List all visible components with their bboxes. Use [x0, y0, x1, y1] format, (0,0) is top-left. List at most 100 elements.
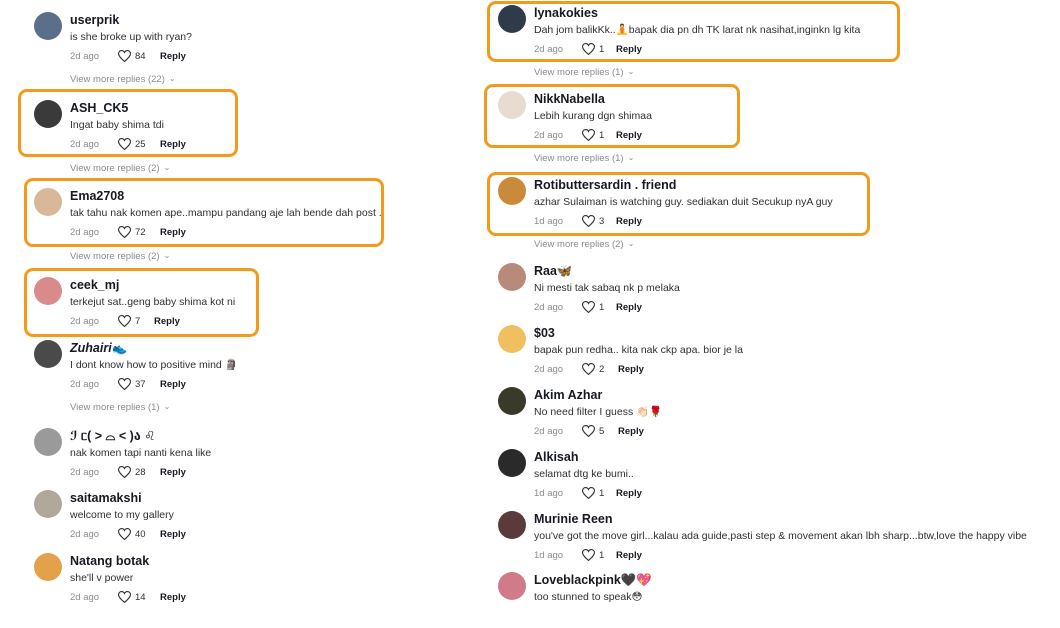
- view-more-replies[interactable]: View more replies (1) ⌄: [534, 67, 634, 78]
- comment-text: No need filter I guess 👏🏻🌹: [534, 406, 663, 418]
- reply-button[interactable]: Reply: [160, 139, 186, 150]
- comment-username[interactable]: Alkisah: [534, 449, 642, 465]
- comment-username[interactable]: $03: [534, 325, 743, 341]
- reply-button[interactable]: Reply: [616, 130, 642, 141]
- comment-time: 2d ago: [534, 425, 564, 437]
- avatar[interactable]: [498, 387, 526, 415]
- reply-button[interactable]: Reply: [160, 467, 186, 478]
- avatar[interactable]: [34, 553, 62, 581]
- avatar[interactable]: [498, 449, 526, 477]
- comment-time: 2d ago: [70, 591, 100, 603]
- reply-button[interactable]: Reply: [616, 488, 642, 499]
- avatar[interactable]: [498, 5, 526, 33]
- avatar[interactable]: [498, 511, 526, 539]
- view-more-replies[interactable]: View more replies (2) ⌄: [534, 239, 634, 250]
- heart-icon: [582, 129, 595, 141]
- like-button[interactable]: 14: [118, 591, 160, 603]
- heart-icon: [582, 301, 595, 313]
- avatar[interactable]: [498, 263, 526, 291]
- view-more-replies[interactable]: View more replies (1) ⌄: [70, 402, 170, 413]
- reply-button[interactable]: Reply: [616, 44, 642, 55]
- comment-username[interactable]: Ema2708: [70, 188, 382, 204]
- comment-username[interactable]: Loveblackpink🖤💖: [534, 572, 652, 588]
- avatar[interactable]: [34, 188, 62, 216]
- like-count: 28: [135, 466, 146, 478]
- like-count: 40: [135, 528, 146, 540]
- like-button[interactable]: 84: [118, 50, 160, 62]
- reply-button[interactable]: Reply: [616, 216, 642, 227]
- comment-username[interactable]: ASH_CK5: [70, 100, 186, 116]
- heart-icon: [582, 425, 595, 437]
- comment-text: Ni mesti tak sabaq nk p melaka: [534, 282, 680, 294]
- like-button[interactable]: 5: [582, 425, 618, 437]
- reply-button[interactable]: Reply: [160, 227, 186, 238]
- reply-button[interactable]: Reply: [618, 364, 644, 375]
- reply-button[interactable]: Reply: [160, 51, 186, 62]
- view-more-replies[interactable]: View more replies (2) ⌄: [70, 163, 170, 174]
- avatar[interactable]: [34, 490, 62, 518]
- avatar[interactable]: [34, 340, 62, 368]
- heart-icon: [582, 487, 595, 499]
- like-button[interactable]: 7: [118, 315, 154, 327]
- comment-text: bapak pun redha.. kita nak ckp apa. bior…: [534, 344, 743, 356]
- avatar[interactable]: [34, 100, 62, 128]
- like-button[interactable]: 72: [118, 226, 160, 238]
- comment-time: 2d ago: [70, 50, 100, 62]
- comment-username[interactable]: Natang botak: [70, 553, 186, 569]
- comment-username[interactable]: NikkNabella: [534, 91, 652, 107]
- like-count: 2: [599, 363, 605, 375]
- comment-username[interactable]: ceek_mj: [70, 277, 235, 293]
- reply-button[interactable]: Reply: [616, 550, 642, 561]
- heart-icon: [582, 43, 595, 55]
- reply-button[interactable]: Reply: [160, 529, 186, 540]
- like-button[interactable]: 25: [118, 138, 160, 150]
- avatar[interactable]: [498, 572, 526, 600]
- like-button[interactable]: 28: [118, 466, 160, 478]
- view-more-replies[interactable]: View more replies (2) ⌄: [70, 251, 170, 262]
- comment-username[interactable]: ℐ ᥴ( > ⌓ < )ა ♌: [70, 428, 211, 444]
- chevron-down-icon: ⌄: [163, 402, 171, 411]
- reply-button[interactable]: Reply: [618, 426, 644, 437]
- like-count: 1: [599, 487, 605, 499]
- like-button[interactable]: 1: [582, 129, 616, 141]
- reply-button[interactable]: Reply: [616, 302, 642, 313]
- comment-time: 2d ago: [70, 466, 100, 478]
- reply-button[interactable]: Reply: [160, 379, 186, 390]
- like-button[interactable]: 1: [582, 487, 616, 499]
- avatar[interactable]: [498, 177, 526, 205]
- comment-text: nak komen tapi nanti kena like: [70, 447, 212, 459]
- like-button[interactable]: 37: [118, 378, 160, 390]
- heart-icon: [118, 138, 131, 150]
- chevron-down-icon: ⌄: [163, 251, 171, 260]
- heart-icon: [118, 591, 131, 603]
- like-button[interactable]: 1: [582, 549, 616, 561]
- like-button[interactable]: 3: [582, 215, 616, 227]
- avatar[interactable]: [34, 12, 62, 40]
- comment-username[interactable]: lynakokies: [534, 5, 860, 21]
- like-button[interactable]: 1: [582, 301, 616, 313]
- like-button[interactable]: 1: [582, 43, 616, 55]
- avatar[interactable]: [34, 277, 62, 305]
- like-button[interactable]: 40: [118, 528, 160, 540]
- reply-button[interactable]: Reply: [160, 592, 186, 603]
- like-button[interactable]: 2: [582, 363, 618, 375]
- left-comments-panel: userprik is she broke up with ryan? 2d a…: [0, 0, 468, 603]
- avatar[interactable]: [498, 91, 526, 119]
- comment-time: 2d ago: [534, 363, 564, 375]
- comment-username[interactable]: userprik: [70, 12, 192, 28]
- comment-username[interactable]: Raa🦋: [534, 263, 680, 279]
- comment-text: she'll v power: [70, 572, 134, 584]
- comment-username[interactable]: Zuhairi👟: [70, 340, 238, 356]
- comment-text: you've got the move girl...kalau ada gui…: [534, 530, 1027, 542]
- avatar[interactable]: [498, 325, 526, 353]
- view-more-replies[interactable]: View more replies (1) ⌄: [534, 153, 634, 164]
- comment-username[interactable]: Rotibuttersardin . friend: [534, 177, 833, 193]
- avatar[interactable]: [34, 428, 62, 456]
- heart-icon: [582, 215, 595, 227]
- comment-username[interactable]: saitamakshi: [70, 490, 186, 506]
- view-more-replies[interactable]: View more replies (22) ⌄: [70, 74, 176, 85]
- reply-button[interactable]: Reply: [154, 316, 180, 327]
- right-comments-panel: lynakokies Dah jom balikKk..🧘bapak dia p…: [470, 0, 1060, 603]
- comment-username[interactable]: Murinie Reen: [534, 511, 1027, 527]
- comment-username[interactable]: Akim Azhar: [534, 387, 662, 403]
